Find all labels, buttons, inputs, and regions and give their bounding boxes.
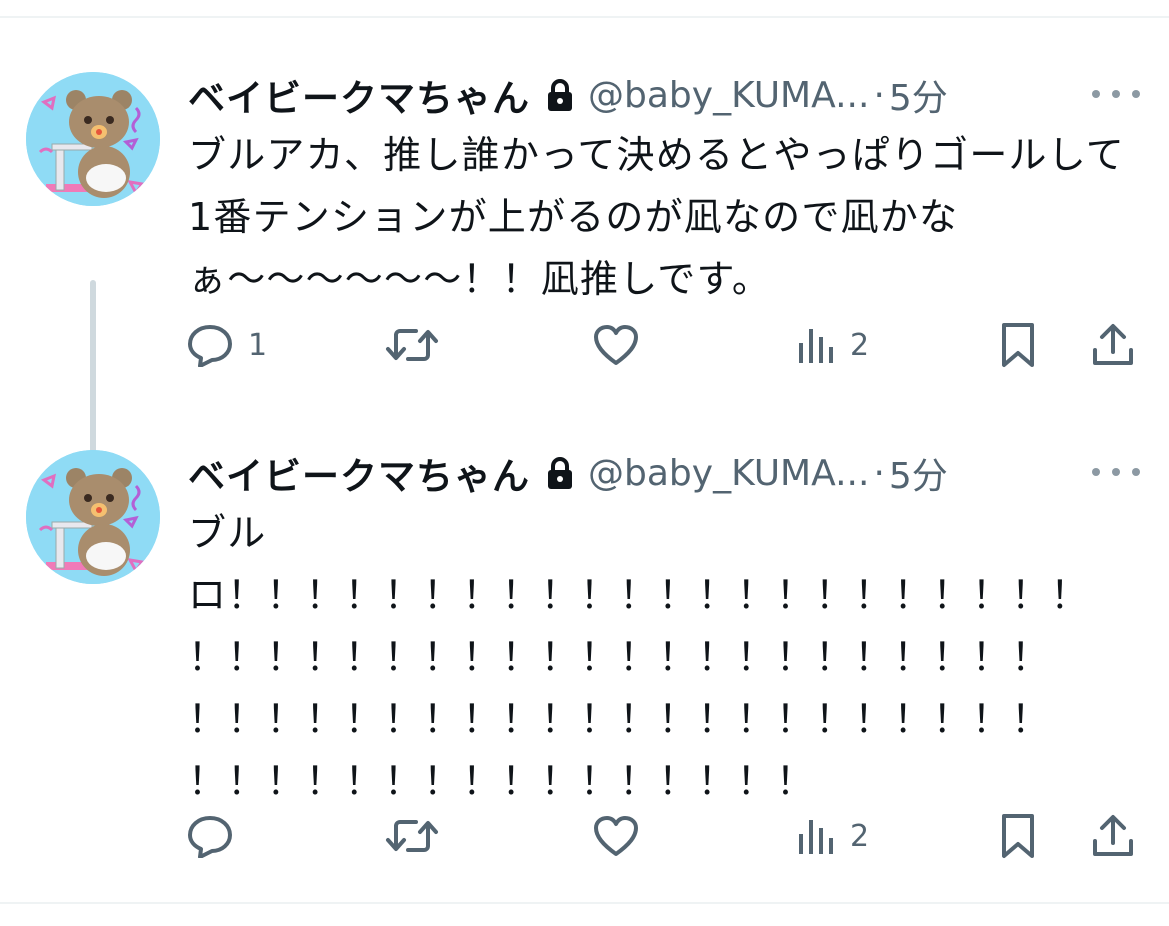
views-count: 2 — [850, 818, 870, 854]
timestamp[interactable]: 5分 — [889, 69, 948, 121]
retweet-icon — [386, 329, 438, 361]
bookmark-button[interactable] — [998, 808, 1038, 864]
tweet-text: ブル ロ！！！！！！！！！！！！！！！！！！！！！！ ！！！！！！！！！！！！！… — [188, 511, 1090, 803]
bookmark-icon — [1002, 814, 1034, 858]
like-button[interactable] — [592, 317, 654, 373]
reply-button[interactable]: 1 — [186, 317, 267, 373]
lock-icon — [546, 456, 574, 490]
views-icon — [799, 820, 833, 854]
more-icon[interactable] — [1092, 460, 1140, 484]
action-bar: 1 2 — [186, 317, 1146, 373]
bottom-divider — [0, 902, 1169, 904]
reply-count: 1 — [248, 327, 268, 363]
author-handle[interactable]: @baby_KUMA... — [588, 453, 869, 494]
reply-button[interactable] — [186, 808, 248, 864]
more-icon[interactable] — [1092, 82, 1140, 106]
top-divider — [0, 16, 1169, 18]
action-bar: 2 — [186, 808, 1146, 864]
views-button[interactable]: 2 — [796, 317, 869, 373]
timestamp[interactable]: 5分 — [889, 447, 948, 499]
lock-icon — [546, 78, 574, 112]
retweet-button[interactable] — [384, 317, 454, 373]
heart-icon — [594, 325, 638, 365]
avatar[interactable] — [26, 72, 160, 206]
views-icon — [799, 329, 833, 363]
views-count: 2 — [850, 327, 870, 363]
bookmark-icon — [1002, 323, 1034, 367]
retweet-button[interactable] — [384, 808, 454, 864]
share-button[interactable] — [1090, 808, 1136, 864]
separator-dot: · — [873, 452, 885, 494]
retweet-icon — [386, 820, 438, 852]
bookmark-button[interactable] — [998, 317, 1038, 373]
reply-icon — [188, 816, 232, 858]
views-button[interactable]: 2 — [796, 808, 869, 864]
heart-icon — [594, 816, 638, 856]
share-icon — [1093, 815, 1133, 856]
tweet-header: ベイビークマちゃん @baby_KUMA... · 5分 — [188, 446, 948, 500]
tweet-text: ブルアカ、推し誰かって決めるとやっぱりゴールして1番テンションが上がるのが凪なの… — [188, 133, 1126, 301]
share-button[interactable] — [1090, 317, 1136, 373]
avatar[interactable] — [26, 450, 160, 584]
like-button[interactable] — [592, 808, 654, 864]
separator-dot: · — [873, 74, 885, 116]
share-icon — [1093, 324, 1133, 365]
reply-icon — [188, 325, 232, 367]
tweet-header: ベイビークマちゃん @baby_KUMA... · 5分 — [188, 68, 948, 122]
author-name[interactable]: ベイビークマちゃん — [188, 68, 530, 122]
author-name[interactable]: ベイビークマちゃん — [188, 446, 530, 500]
author-handle[interactable]: @baby_KUMA... — [588, 75, 869, 116]
